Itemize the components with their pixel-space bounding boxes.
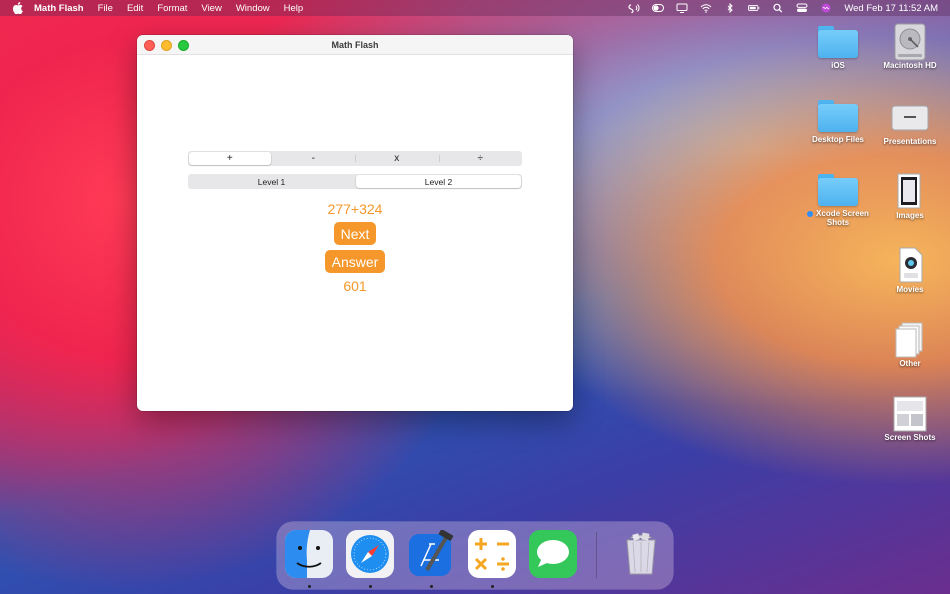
desktop-icon-label: Presentations <box>883 137 937 146</box>
screenshot-file-icon <box>890 394 930 432</box>
math-flash-running-indicator <box>491 585 494 588</box>
siri-sound-icon[interactable] <box>628 3 640 13</box>
messages-icon[interactable] <box>529 530 577 578</box>
menu-clock[interactable]: Wed Feb 17 11:52 AM <box>844 3 938 14</box>
bluetooth-icon[interactable] <box>724 3 736 13</box>
answer-button[interactable]: Answer <box>325 250 385 273</box>
dock <box>277 522 673 589</box>
menu-view[interactable]: View <box>201 3 221 14</box>
menu-window[interactable]: Window <box>236 3 270 14</box>
dock-separator <box>596 532 597 578</box>
safari-running-indicator <box>369 585 372 588</box>
hard-drive-icon <box>890 22 930 61</box>
desktop-icon-label: Desktop Files <box>811 135 864 144</box>
window-title: Math Flash <box>331 39 379 50</box>
close-button[interactable] <box>144 40 155 51</box>
operation-subtract-segment[interactable]: - <box>273 152 355 165</box>
desktop-icon-macintosh-hd[interactable]: Macintosh HD <box>874 22 946 70</box>
math-flash-icon[interactable] <box>468 530 516 578</box>
xcode-running-indicator <box>430 585 433 588</box>
search-icon[interactable] <box>772 3 784 13</box>
menu-app-name[interactable]: Math Flash <box>34 3 84 14</box>
image-file-icon <box>890 172 930 209</box>
finder-running-indicator <box>308 585 311 588</box>
desktop-icon-movies[interactable]: Movies <box>874 246 946 294</box>
xcode-icon[interactable] <box>407 529 455 578</box>
external-drive-icon <box>890 98 930 134</box>
zoom-button[interactable] <box>178 40 189 51</box>
documents-icon <box>890 320 930 358</box>
desktop-icon-label: Images <box>896 211 924 220</box>
folder-icon <box>818 98 858 132</box>
window-titlebar[interactable]: Math Flash <box>137 35 573 55</box>
traffic-lights <box>144 40 189 51</box>
apple-menu-icon[interactable] <box>12 2 24 14</box>
desktop-icon-xcode-screen-shots[interactable]: Xcode Screen Shots <box>802 172 874 227</box>
trash-icon[interactable] <box>617 530 665 578</box>
display-icon[interactable] <box>676 3 688 13</box>
desktop-icon-label: Xcode Screen Shots <box>816 209 869 227</box>
menu-file[interactable]: File <box>98 3 113 14</box>
desktop-icon-label: Macintosh HD <box>883 61 937 70</box>
level-segmented-control: Level 1 Level 2 <box>188 174 522 189</box>
menu-edit[interactable]: Edit <box>127 3 143 14</box>
battery-icon[interactable] <box>748 3 760 13</box>
operation-divide-segment[interactable]: ÷ <box>438 152 522 165</box>
question-text: 277+324 <box>327 201 383 217</box>
safari-icon[interactable] <box>346 530 394 578</box>
desktop-icon-label: Screen Shots <box>884 433 936 442</box>
menu-help[interactable]: Help <box>284 3 304 14</box>
desktop-icon-screen-shots[interactable]: Screen Shots <box>874 394 946 442</box>
movie-file-icon <box>890 246 930 283</box>
operation-multiply-segment[interactable]: x <box>355 152 438 165</box>
folder-icon <box>818 172 858 206</box>
desktop-icon-images[interactable]: Images <box>874 172 946 220</box>
desktop-icon-other[interactable]: Other <box>874 320 946 368</box>
menu-format[interactable]: Format <box>157 3 187 14</box>
next-button[interactable]: Next <box>334 222 376 245</box>
folder-icon <box>818 24 858 58</box>
desktop-icon-label: Other <box>899 359 921 368</box>
siri-icon[interactable] <box>820 3 832 13</box>
desktop-icon-label: Movies <box>896 285 924 294</box>
wifi-icon[interactable] <box>700 3 712 13</box>
blue-tag-icon <box>807 210 814 217</box>
math-flash-window: Math Flash + - x ÷ Level 1 Level 2 277+3… <box>137 35 573 411</box>
operation-segmented-control: + - x ÷ <box>188 151 522 166</box>
minimize-button[interactable] <box>161 40 172 51</box>
status-area: Wed Feb 17 11:52 AM <box>628 3 938 14</box>
finder-icon[interactable] <box>285 530 333 578</box>
level-2-segment[interactable]: Level 2 <box>356 175 521 188</box>
control-center-icon[interactable] <box>796 3 808 13</box>
answer-text: 601 <box>343 278 367 294</box>
desktop-icon-desktop-files[interactable]: Desktop Files <box>802 98 874 144</box>
desktop-icon-label: iOS <box>831 61 845 70</box>
level-1-segment[interactable]: Level 1 <box>189 175 354 188</box>
menu-bar: Math Flash File Edit Format View Window … <box>0 0 950 16</box>
toggle-icon[interactable] <box>652 3 665 13</box>
operation-add-segment[interactable]: + <box>189 152 271 165</box>
desktop-icon-presentations[interactable]: Presentations <box>874 98 946 146</box>
desktop-icon-ios[interactable]: iOS <box>802 24 874 70</box>
